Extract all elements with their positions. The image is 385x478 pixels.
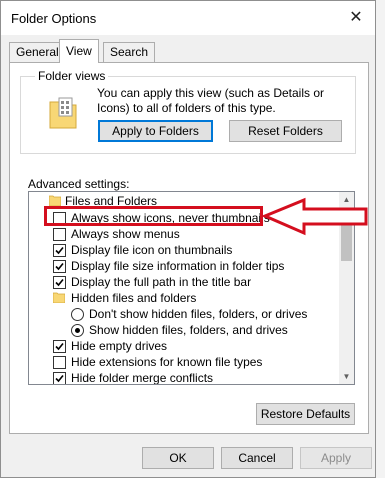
folder-view-icon xyxy=(49,97,77,129)
reset-folders-button[interactable]: Reset Folders xyxy=(229,120,342,142)
annotation-arrow-icon xyxy=(262,197,368,236)
checkbox-checked[interactable] xyxy=(53,276,66,289)
title-bar: Folder Options ✕ xyxy=(1,1,375,35)
option-label: Don't show hidden files, folders, or dri… xyxy=(89,307,308,321)
radio-button[interactable] xyxy=(71,308,84,321)
apply-to-folders-button[interactable]: Apply to Folders xyxy=(98,120,213,142)
tab-view[interactable]: View xyxy=(59,39,99,63)
checkbox[interactable] xyxy=(53,356,66,369)
checkmark-icon xyxy=(55,262,64,271)
option-label: Display file size information in folder … xyxy=(71,259,285,273)
checkbox-checked[interactable] xyxy=(53,340,66,353)
folder-icon xyxy=(53,292,65,303)
ok-button[interactable]: OK xyxy=(142,447,214,469)
folder-icon xyxy=(49,195,61,206)
option-label: Display file icon on thumbnails xyxy=(71,243,233,257)
annotation-highlight-box xyxy=(44,206,263,226)
tree-label: Hidden files and folders xyxy=(71,291,197,305)
window-title: Folder Options xyxy=(11,11,97,26)
radio-button-selected[interactable] xyxy=(71,324,84,337)
apply-button[interactable]: Apply xyxy=(300,447,372,469)
checkbox[interactable] xyxy=(53,228,66,241)
tab-search[interactable]: Search xyxy=(103,42,156,62)
checkbox-checked[interactable] xyxy=(53,244,66,257)
checkmark-icon xyxy=(55,246,64,255)
folder-views-description: You can apply this view (such as Details… xyxy=(97,86,325,115)
option-label: Always show menus xyxy=(71,227,180,241)
folder-views-legend: Folder views xyxy=(35,69,109,83)
option-label: Show hidden files, folders, and drives xyxy=(89,323,288,337)
checkmark-icon xyxy=(55,374,64,383)
option-label: Hide extensions for known file types xyxy=(71,355,263,369)
cancel-button[interactable]: Cancel xyxy=(221,447,293,469)
option-label: Display the full path in the title bar xyxy=(71,275,252,289)
close-button[interactable]: ✕ xyxy=(341,3,371,33)
option-label: Hide empty drives xyxy=(71,339,168,353)
scroll-down-arrow-icon[interactable]: ▼ xyxy=(339,369,354,384)
advanced-settings-label: Advanced settings: xyxy=(28,177,130,191)
background-window xyxy=(376,0,385,478)
tab-general[interactable]: General xyxy=(9,42,66,62)
checkmark-icon xyxy=(55,342,64,351)
checkmark-icon xyxy=(55,278,64,287)
checkbox-checked[interactable] xyxy=(53,372,66,384)
checkbox-checked[interactable] xyxy=(53,260,66,273)
option-label: Hide folder merge conflicts xyxy=(71,371,214,385)
restore-defaults-button[interactable]: Restore Defaults xyxy=(256,403,355,425)
